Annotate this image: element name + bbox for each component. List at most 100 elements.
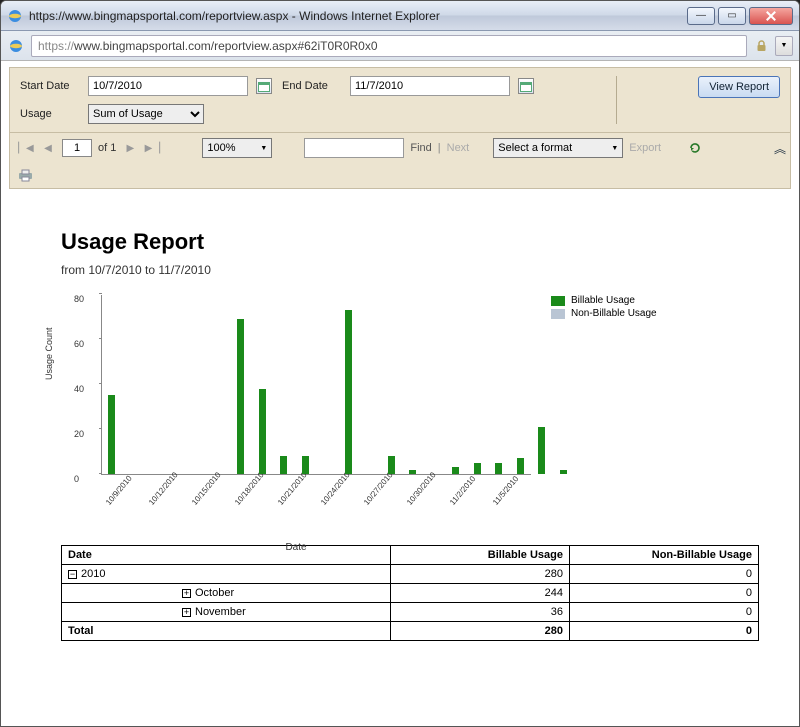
window-buttons: — ▭ [687,7,793,25]
page-of-text: of 1 [98,142,116,154]
chart-bar [259,389,266,475]
separator: | [438,142,441,154]
end-date-label: End Date [282,80,342,92]
refresh-icon[interactable] [687,140,703,156]
chart-bar [280,456,287,474]
find-link[interactable]: Find [410,142,431,154]
x-tick-label: 10/30/2010 [404,470,437,506]
cell-nonbillable: 0 [569,603,758,622]
export-link[interactable]: Export [629,142,661,154]
chart-bar [452,467,459,474]
zoom-select[interactable]: 100%▼ [202,138,272,158]
collapse-icon[interactable]: − [68,570,77,579]
chart-legend: Billable Usage Non-Billable Usage [551,295,657,495]
usage-select[interactable]: Sum of Usage [88,104,204,124]
url-input[interactable]: https://www.bingmapsportal.com/reportvie… [31,35,747,57]
ie-favicon [7,8,23,24]
x-tick-label: 10/12/2010 [146,470,179,506]
address-bar: https://www.bingmapsportal.com/reportvie… [1,31,799,61]
cell-total-billable: 280 [390,622,569,641]
usage-label: Usage [20,108,80,120]
chart-bar [302,456,309,474]
table-row: −20102800 [62,565,759,584]
chart-plot-area: 02040608010/9/201010/12/201010/15/201010… [101,295,531,475]
cell-billable: 36 [390,603,569,622]
cell-nonbillable: 0 [569,565,758,584]
chart-bar [237,319,244,474]
legend-swatch-icon [551,296,565,306]
page-number-input[interactable] [62,139,92,157]
x-tick-label: 10/21/2010 [275,470,308,506]
legend-label: Billable Usage [571,295,635,306]
x-tick-label: 10/24/2010 [318,470,351,506]
cell-billable: 244 [390,584,569,603]
browser-window: https://www.bingmapsportal.com/reportvie… [0,0,800,727]
x-tick-label: 10/18/2010 [232,470,265,506]
x-tick-label: 10/15/2010 [189,470,222,506]
calendar-icon[interactable] [518,78,534,94]
chart-container: Usage Count Date 02040608010/9/201010/12… [61,295,759,495]
lock-icon [753,38,769,54]
filter-bar: Start Date Usage Sum of Usage End Date [9,67,791,133]
cell-nonbillable: 0 [569,584,758,603]
end-date-input[interactable] [350,76,510,96]
legend-swatch-icon [551,309,565,319]
page-favicon [7,37,25,55]
report-body: Usage Report from 10/7/2010 to 11/7/2010… [1,189,799,661]
first-page-icon[interactable]: ▏◀ [18,140,34,156]
chart-bar [560,470,567,475]
find-input[interactable] [304,138,404,158]
expand-icon[interactable]: + [182,608,191,617]
next-link[interactable]: Next [447,142,470,154]
cell-date: −2010 [62,565,391,584]
print-icon[interactable] [18,169,36,185]
cell-total-nonbillable: 0 [569,622,758,641]
prev-page-icon[interactable]: ◀ [40,140,56,156]
view-report-button[interactable]: View Report [698,76,780,98]
next-page-icon[interactable]: ▶ [122,140,138,156]
start-date-input[interactable] [88,76,248,96]
report-subtitle: from 10/7/2010 to 11/7/2010 [61,263,759,277]
cell-date: +November [62,603,391,622]
cell-date: +October [62,584,391,603]
chart-bar [108,395,115,474]
chart-bar [474,463,481,474]
url-dropdown-button[interactable]: ▼ [775,36,793,56]
x-axis-label: Date [285,542,306,553]
legend-item: Billable Usage [551,295,657,306]
expand-icon[interactable]: + [182,589,191,598]
table-total-row: Total2800 [62,622,759,641]
maximize-button[interactable]: ▭ [718,7,746,25]
page-content: Start Date Usage Sum of Usage End Date [1,61,799,726]
table-row: +October2440 [62,584,759,603]
y-tick-label: 40 [74,384,84,394]
report-toolbar: ▏◀ ◀ of 1 ▶ ▶▕ 100%▼ Find | Next Select … [9,133,791,189]
usage-table: Date Billable Usage Non-Billable Usage −… [61,545,759,641]
x-tick-label: 10/9/2010 [103,474,133,507]
chart-bar [495,463,502,474]
calendar-icon[interactable] [256,78,272,94]
chart-bar [409,470,416,475]
collapse-icon[interactable]: ︽ [774,140,782,157]
chart-bar [538,427,545,474]
y-tick-label: 20 [74,429,84,439]
y-tick-label: 80 [74,294,84,304]
legend-label: Non-Billable Usage [571,308,657,319]
close-button[interactable] [749,7,793,25]
window-titlebar: https://www.bingmapsportal.com/reportvie… [1,1,799,31]
window-title: https://www.bingmapsportal.com/reportvie… [29,9,687,23]
col-nonbillable: Non-Billable Usage [569,546,758,565]
minimize-button[interactable]: — [687,7,715,25]
export-format-select[interactable]: Select a format▼ [493,138,623,158]
report-title: Usage Report [61,229,759,255]
table-header-row: Date Billable Usage Non-Billable Usage [62,546,759,565]
y-tick-label: 0 [74,474,79,484]
y-tick-label: 60 [74,339,84,349]
y-axis-label: Usage Count [44,327,54,380]
cell-total-label: Total [62,622,391,641]
chart-bar [388,456,395,474]
cell-billable: 280 [390,565,569,584]
url-rest: www.bingmapsportal.com/reportview.aspx#6… [74,39,377,53]
last-page-icon[interactable]: ▶▕ [144,140,160,156]
x-tick-label: 11/2/2010 [447,474,476,507]
